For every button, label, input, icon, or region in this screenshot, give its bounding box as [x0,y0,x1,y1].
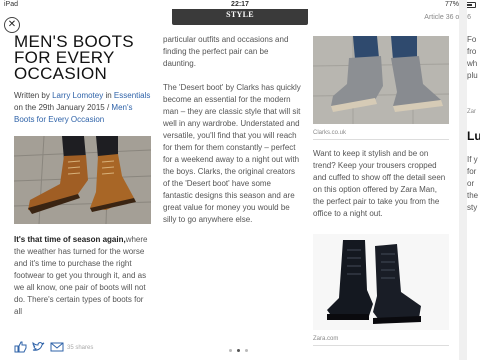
page-dot[interactable] [245,349,248,352]
col4-line: Fo [467,35,477,44]
lead-paragraph: It's that time of season again,where the… [14,234,151,318]
clock: 22:17 [231,1,249,8]
photo-caption-clarks: Clarks.co.uk [313,130,449,140]
col4-line: sty [467,203,478,212]
lead-text: where the weather has turned for the wor… [14,235,148,316]
page-gutter [459,0,467,360]
col3-paragraph-1: Want to keep it stylish and be on trend?… [313,149,446,218]
col2-paragraph-2: The 'Desert boot' by Clarks has quickly … [163,83,301,224]
col4-line: If y [467,155,478,164]
like-icon[interactable] [14,341,28,353]
byline-in: in [103,91,114,100]
article-title: MEN'S BOOTS FOR EVERY OCCASION [14,32,134,83]
col4-line: plu [467,71,478,80]
email-icon[interactable] [50,341,64,353]
author-link[interactable]: Larry Lomotey [52,91,103,100]
col4-line: for [467,167,477,176]
col4-line: or [467,179,475,188]
close-button[interactable]: ✕ [4,17,20,33]
col4-lines: Fo fro wh plu Zar Lu If y for or the sty [467,34,480,214]
category-link[interactable]: Essentials [114,91,150,100]
col4-line: fro [467,47,477,56]
close-icon: ✕ [7,19,17,30]
page-dot[interactable] [229,349,232,352]
col4-line [467,82,480,94]
page-dot-active[interactable] [237,349,240,352]
byline: Written by Larry Lomotey in Essentials o… [14,90,151,126]
column-3: Clarks.co.uk Want to keep it stylish and… [313,36,449,346]
col4-line: Zar [467,109,476,115]
brand-logo: STYLE [226,10,254,19]
desert-boots-photo [313,36,449,124]
col4-line: the [467,191,479,200]
lead-bold: It's that time of season again, [14,235,126,244]
col4-line: Lu [467,129,480,143]
column-2: particular outfits and occasions and fin… [163,34,301,226]
zara-boots-photo [313,234,449,330]
page-indicator[interactable] [229,349,248,352]
article-footer: 35 shares [0,338,480,360]
col4-line [467,142,480,154]
col4-line: wh [467,59,478,68]
col4-line [467,94,480,106]
twitter-icon[interactable] [32,341,46,353]
byline-prefix: Written by [14,91,53,100]
shares-count: 35 shares [67,345,94,351]
brand-bar: STYLE [172,9,308,25]
battery-percent: 77% [444,1,459,8]
column-1: MEN'S BOOTS FOR EVERY OCCASION Written b… [14,32,151,318]
col2-paragraph-1: particular outfits and occasions and fin… [163,35,289,68]
byline-date: on the 29th January 2015 / [14,103,112,112]
column-4-clipped: Fo fro wh plu Zar Lu If y for or the sty [467,34,480,214]
brown-boots-photo [14,136,151,224]
